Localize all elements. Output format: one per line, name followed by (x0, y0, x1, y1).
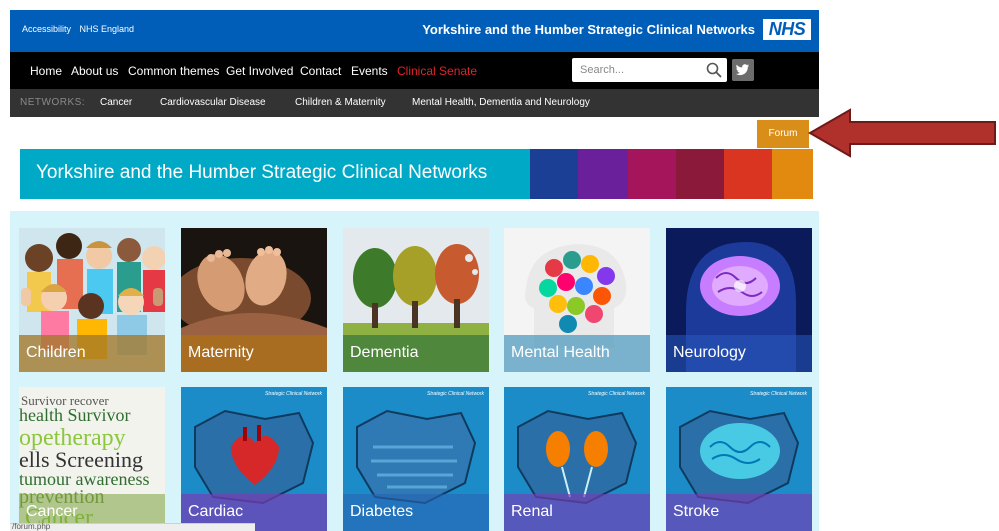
website-viewport: Accessibility NHS England Yorkshire and … (10, 10, 819, 531)
search-box (572, 58, 727, 82)
nav-item-clinical-senate[interactable]: Clinical Senate (397, 64, 477, 78)
nav-item-contact[interactable]: Contact (300, 64, 341, 78)
nav-item-about-us[interactable]: About us (71, 64, 118, 78)
tile-label: Children (26, 344, 86, 361)
tile-label: Cancer (26, 503, 78, 520)
tile-label: Renal (511, 503, 553, 520)
accessibility-link[interactable]: Accessibility (22, 24, 71, 34)
tile-caption: Stroke (666, 494, 812, 531)
tile-label: Mental Health (511, 344, 610, 361)
tile-cardiac[interactable]: Strategic Clinical Network Cardiac (181, 387, 327, 531)
svg-text:health Survivor: health Survivor (19, 405, 130, 425)
network-badge: Strategic Clinical Network (265, 391, 322, 397)
tile-mental-health[interactable]: Mental Health (504, 228, 650, 372)
tile-maternity[interactable]: Maternity (181, 228, 327, 372)
tile-label: Stroke (673, 503, 720, 520)
networks-label: NETWORKS: (20, 97, 86, 108)
tile-cancer[interactable]: Survivor recover health Survivor opether… (19, 387, 165, 531)
tile-children[interactable]: Children (19, 228, 165, 372)
utility-links: Accessibility NHS England (22, 24, 140, 34)
network-badge: Strategic Clinical Network (750, 391, 807, 397)
banner-stripe (530, 149, 578, 199)
tile-label: Dementia (350, 344, 419, 361)
tile-label: Maternity (188, 344, 254, 361)
status-url: /forum.php (12, 522, 51, 531)
tile-label: Cardiac (188, 503, 244, 520)
tile-renal[interactable]: Strategic Clinical Network Renal (504, 387, 650, 531)
search-icon[interactable] (705, 61, 723, 79)
nav-item-events[interactable]: Events (351, 64, 388, 78)
network-tiles-grid: Children Maternity Dementia Mental Healt… (10, 211, 819, 531)
tile-caption: Renal (504, 494, 650, 531)
networks-navigation: NETWORKS: Cancer Cardiovascular Disease … (10, 89, 819, 117)
nav-item-home[interactable]: Home (30, 64, 62, 78)
network-badge: Strategic Clinical Network (588, 391, 645, 397)
tile-caption: Dementia (343, 335, 489, 372)
twitter-icon[interactable] (732, 59, 754, 81)
search-input[interactable] (580, 62, 698, 78)
top-header-bar: Accessibility NHS England Yorkshire and … (10, 10, 819, 52)
nav-item-get-involved[interactable]: Get Involved (226, 64, 293, 78)
tile-caption: Diabetes (343, 494, 489, 531)
nhs-logo[interactable]: NHS (763, 19, 811, 40)
main-navigation: Home About us Common themes Get Involved… (10, 52, 819, 89)
site-name: Yorkshire and the Humber Strategic Clini… (422, 22, 755, 37)
banner-title: Yorkshire and the Humber Strategic Clini… (36, 162, 488, 183)
browser-status-bar: /forum.php (10, 522, 255, 531)
network-item-cancer[interactable]: Cancer (100, 97, 132, 108)
tile-label: Diabetes (350, 503, 414, 520)
banner-stripe (578, 149, 628, 199)
tile-caption: Children (19, 335, 165, 372)
tile-caption: Neurology (666, 335, 812, 372)
pointer-arrow-icon (807, 108, 996, 158)
network-item-children-maternity[interactable]: Children & Maternity (295, 97, 386, 108)
tile-caption: Mental Health (504, 335, 650, 372)
hero-banner: Yorkshire and the Humber Strategic Clini… (20, 149, 813, 199)
banner-stripe (628, 149, 676, 199)
network-item-mental-health[interactable]: Mental Health, Dementia and Neurology (412, 97, 590, 108)
tile-label: Neurology (673, 344, 746, 361)
tile-dementia[interactable]: Dementia (343, 228, 489, 372)
nav-item-common-themes[interactable]: Common themes (128, 64, 219, 78)
tile-neurology[interactable]: Neurology (666, 228, 812, 372)
forum-button[interactable]: Forum (757, 120, 809, 148)
banner-stripe (676, 149, 724, 199)
nhs-england-link[interactable]: NHS England (80, 24, 135, 34)
network-item-cardiovascular[interactable]: Cardiovascular Disease (160, 97, 266, 108)
tile-caption: Maternity (181, 335, 327, 372)
network-badge: Strategic Clinical Network (427, 391, 484, 397)
banner-stripe (724, 149, 772, 199)
tile-stroke[interactable]: Strategic Clinical Network Stroke (666, 387, 812, 531)
tile-diabetes[interactable]: Strategic Clinical Network Diabetes (343, 387, 489, 531)
